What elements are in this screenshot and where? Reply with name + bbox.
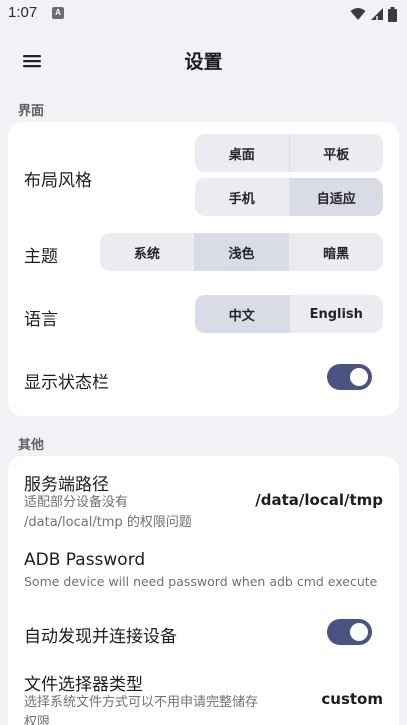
language-option-chinese[interactable]: 中文 [195, 295, 289, 333]
auto-connect-title: 自动发现并连接设备 [24, 627, 177, 647]
wifi-icon [350, 8, 366, 20]
file-picker-subtitle-line2: 权限 [24, 715, 51, 725]
file-picker-subtitle-line1: 选择系统文件方式可以不用申请完整储存 [24, 695, 259, 710]
interface-card: 布局风格 桌面 平板 手机 自适应 主题 系统 浅色 暗黑 语言 中文 Engl… [8, 122, 399, 416]
file-picker-title: 文件选择器类型 [24, 675, 143, 695]
theme-segment: 系统 浅色 暗黑 [100, 233, 383, 271]
show-status-bar-label: 显示状态栏 [24, 373, 109, 393]
toggle-knob [350, 623, 368, 641]
section-label-interface: 界面 [18, 104, 45, 119]
section-label-other: 其他 [18, 438, 45, 453]
signal-icon [371, 8, 383, 20]
layout-option-phone[interactable]: 手机 [195, 178, 289, 216]
other-card: 服务端路径 适配部分设备没有 /data/local/tmp 的权限问题 /da… [8, 456, 399, 725]
layout-style-label: 布局风格 [24, 171, 92, 191]
show-status-bar-toggle[interactable] [327, 364, 372, 390]
language-label: 语言 [24, 310, 58, 330]
server-path-subtitle-line1: 适配部分设备没有 [24, 495, 129, 510]
app-bar: 设置 [0, 38, 407, 82]
adb-password-title: ADB Password [24, 550, 146, 570]
toggle-knob [350, 368, 368, 386]
auto-connect-toggle[interactable] [327, 619, 372, 645]
layout-segment-row2: 手机 自适应 [195, 178, 383, 216]
page-title: 设置 [184, 51, 223, 73]
language-option-english[interactable]: English [288, 295, 384, 333]
server-path-title: 服务端路径 [24, 475, 109, 495]
layout-segment-row1: 桌面 平板 [195, 134, 383, 172]
adb-password-subtitle: Some device will need password when adb … [24, 574, 378, 589]
server-path-value: /data/local/tmp [255, 491, 383, 509]
layout-option-tablet[interactable]: 平板 [288, 134, 384, 172]
status-time: 1:07 [8, 4, 38, 21]
theme-option-system[interactable]: 系统 [100, 233, 194, 271]
status-icons [350, 6, 397, 22]
theme-option-dark[interactable]: 暗黑 [288, 233, 383, 271]
theme-label: 主题 [24, 247, 58, 267]
status-bar: 1:07 A [0, 0, 407, 28]
layout-option-adaptive[interactable]: 自适应 [288, 178, 383, 216]
notification-badge-icon: A [52, 7, 64, 19]
file-picker-value: custom [321, 690, 383, 708]
language-segment: 中文 English [195, 295, 383, 333]
battery-icon [388, 6, 397, 22]
server-path-subtitle-line2: /data/local/tmp 的权限问题 [24, 515, 192, 530]
layout-option-desktop[interactable]: 桌面 [195, 134, 289, 172]
theme-option-light[interactable]: 浅色 [193, 233, 289, 271]
